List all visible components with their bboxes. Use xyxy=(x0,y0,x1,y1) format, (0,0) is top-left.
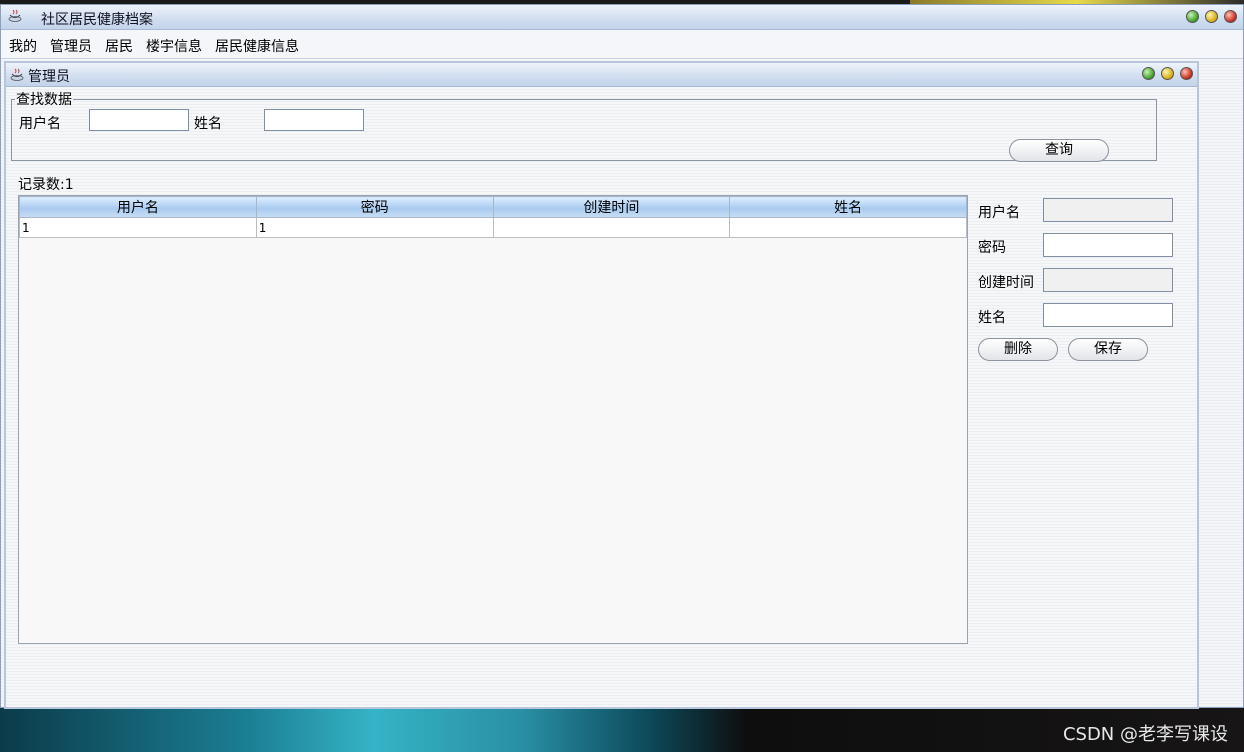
form-name-field[interactable] xyxy=(1043,303,1173,327)
column-header-created-time[interactable]: 创建时间 xyxy=(492,196,731,218)
minimize-button[interactable] xyxy=(1205,10,1218,23)
watermark: CSDN @老李写课设 xyxy=(1062,724,1228,745)
search-group-label: 查找数据 xyxy=(16,92,72,108)
maximize-button[interactable] xyxy=(1186,10,1199,23)
menu-bar: 我的 管理员 居民 楼宇信息 居民健康信息 xyxy=(1,30,1243,59)
form-created-time-field xyxy=(1043,268,1173,292)
table-cell-password[interactable]: 1 xyxy=(255,217,494,238)
form-created-time-label: 创建时间 xyxy=(978,275,1034,291)
java-cup-icon xyxy=(8,9,22,22)
record-count: 记录数:1 xyxy=(18,177,74,193)
admin-table[interactable]: 用户名 密码 创建时间 姓名 1 1 xyxy=(18,195,968,644)
table-cell-created-time[interactable] xyxy=(492,217,731,238)
menu-item-mine[interactable]: 我的 xyxy=(9,36,37,56)
table-cell-username[interactable]: 1 xyxy=(19,217,257,238)
search-name-input[interactable] xyxy=(264,109,364,131)
frame-titlebar[interactable]: 管理员 xyxy=(6,63,1197,87)
menu-item-buildings[interactable]: 楼宇信息 xyxy=(146,36,202,56)
java-cup-icon xyxy=(10,68,24,81)
column-header-name[interactable]: 姓名 xyxy=(729,196,967,218)
form-username-field xyxy=(1043,198,1173,222)
table-row[interactable]: 1 1 xyxy=(19,217,967,238)
menu-item-admin[interactable]: 管理员 xyxy=(50,36,92,56)
menu-item-health-info[interactable]: 居民健康信息 xyxy=(215,36,299,56)
table-cell-name[interactable] xyxy=(729,217,967,238)
form-name-label: 姓名 xyxy=(978,310,1006,326)
form-username-label: 用户名 xyxy=(978,205,1020,221)
desktop-background-bottom: CSDN @老李写课设 xyxy=(0,708,1244,752)
form-password-label: 密码 xyxy=(978,240,1006,256)
column-header-password[interactable]: 密码 xyxy=(255,196,494,218)
form-password-field[interactable] xyxy=(1043,233,1173,257)
save-button[interactable]: 保存 xyxy=(1068,338,1148,361)
search-username-input[interactable] xyxy=(89,109,189,131)
frame-maximize-button[interactable] xyxy=(1142,67,1155,80)
admin-internal-frame: 管理员 查找数据 用户名 姓名 查询 记录数:1 用户名 密码 创建时间 姓名 … xyxy=(4,61,1199,709)
close-button[interactable] xyxy=(1224,10,1237,23)
search-name-label: 姓名 xyxy=(194,116,222,132)
query-button[interactable]: 查询 xyxy=(1009,139,1109,162)
frame-title: 管理员 xyxy=(28,69,70,85)
delete-button[interactable]: 删除 xyxy=(978,338,1058,361)
frame-minimize-button[interactable] xyxy=(1161,67,1174,80)
main-window: 社区居民健康档案 我的 管理员 居民 楼宇信息 居民健康信息 管理员 查找数据 … xyxy=(0,4,1244,709)
column-header-username[interactable]: 用户名 xyxy=(19,196,257,218)
menu-item-residents[interactable]: 居民 xyxy=(105,36,133,56)
frame-close-button[interactable] xyxy=(1180,67,1193,80)
search-username-label: 用户名 xyxy=(19,116,61,132)
main-titlebar[interactable]: 社区居民健康档案 xyxy=(1,5,1243,30)
window-title: 社区居民健康档案 xyxy=(41,12,153,28)
